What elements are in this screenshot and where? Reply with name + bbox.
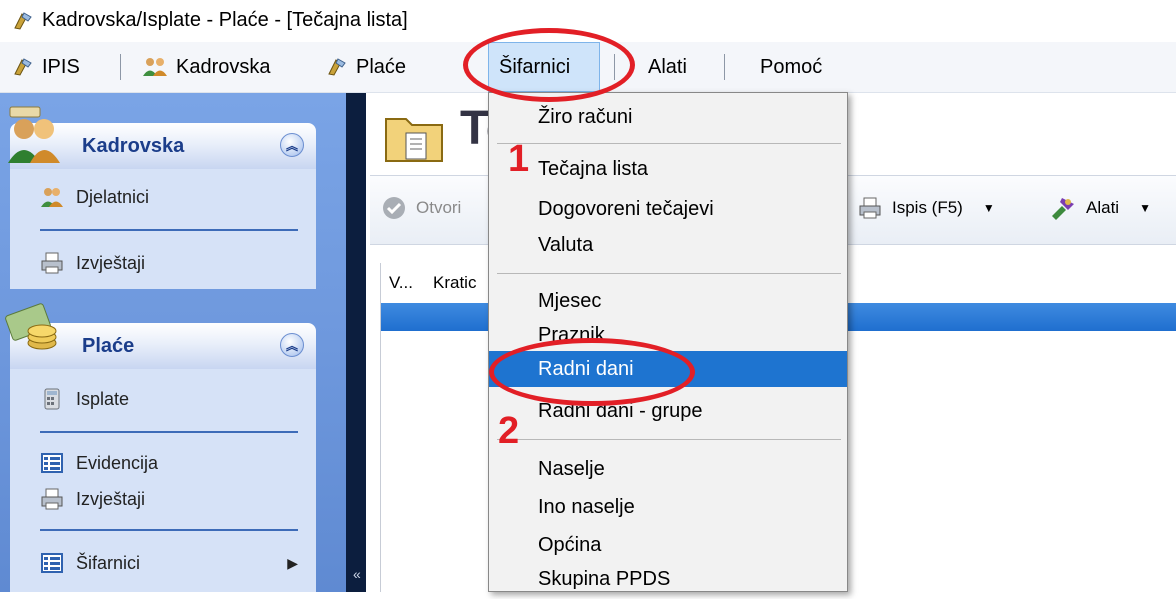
sidebar-item-izvjestaji-place[interactable]: Izvještaji: [40, 479, 145, 519]
divider: [40, 229, 298, 231]
tools-button-label: Alati: [1086, 198, 1120, 217]
app-icon: [14, 12, 32, 30]
open-button[interactable]: Otvori: [382, 196, 461, 220]
printer-icon: [859, 197, 881, 219]
submenu-arrow-icon: ▶: [287, 554, 298, 571]
annotation-ellipse-radni-dani: [489, 338, 695, 406]
sidebar-item-label: Evidencija: [76, 452, 159, 473]
menu-separator: [497, 273, 841, 274]
menu-label: Alati: [648, 55, 687, 78]
print-button[interactable]: Ispis (F5) ▼: [858, 196, 995, 220]
sidebar-splitter[interactable]: «: [346, 93, 366, 592]
sidebar-item-label: Izvještaji: [76, 488, 146, 509]
group-title: Kadrovska: [82, 135, 185, 157]
menu-place[interactable]: Plaće: [326, 42, 406, 92]
menu-item-tecajna-lista[interactable]: Tečajna lista: [489, 149, 847, 189]
people-icon: [41, 188, 63, 207]
menu-kadrovska[interactable]: Kadrovska: [142, 42, 271, 92]
tools-icon: [1052, 198, 1074, 220]
menu-pomoc[interactable]: Pomoć: [760, 42, 822, 92]
collapse-icon[interactable]: ︽: [280, 133, 304, 157]
printer-icon: [41, 488, 63, 510]
open-button-label: Otvori: [416, 198, 462, 217]
group-body-kadrovska: Djelatnici Izvještaji: [10, 169, 316, 289]
menu-item-naselje[interactable]: Naselje: [489, 449, 847, 489]
column-header[interactable]: V...: [389, 273, 413, 293]
money-icon: [328, 58, 346, 76]
annotation-number-2: 2: [498, 410, 520, 452]
printer-icon: [41, 252, 63, 274]
menu-separator: [497, 143, 841, 144]
people-icon: [143, 58, 167, 76]
menu-label: IPIS: [42, 55, 80, 78]
menu-item-valuta[interactable]: Valuta: [489, 225, 847, 265]
divider: [40, 529, 298, 531]
list-icon: [41, 453, 63, 473]
menu-item-ziro-racuni[interactable]: Žiro računi: [489, 97, 847, 137]
menu-label: Kadrovska: [176, 55, 271, 78]
list-icon: [41, 553, 63, 573]
ipis-icon: [14, 58, 32, 76]
navigation-sidebar: Kadrovska ︽ Djelatnici Izvještaji Plaće …: [0, 93, 346, 592]
money-group-icon: [5, 303, 57, 350]
menu-item-skupina-ppds[interactable]: Skupina PPDS: [489, 559, 847, 599]
collapse-icon[interactable]: ︽: [280, 333, 304, 357]
group-title: Plaće: [82, 335, 135, 357]
dropdown-arrow-icon[interactable]: ▼: [1139, 201, 1151, 215]
menu-separator: [724, 54, 725, 80]
divider: [40, 431, 298, 433]
sidebar-item-izvjestaji[interactable]: Izvještaji: [40, 243, 145, 283]
check-icon: [383, 197, 405, 219]
menu-label: Pomoć: [760, 55, 823, 78]
sidebar-item-label: Djelatnici: [76, 186, 150, 207]
column-header[interactable]: Kratic: [433, 273, 476, 293]
people-group-icon: [8, 106, 60, 163]
calculator-icon: [44, 388, 60, 410]
menu-item-ino-naselje[interactable]: Ino naselje: [489, 487, 847, 527]
tools-button[interactable]: Alati ▼: [1050, 196, 1151, 220]
window-title: Kadrovska/Isplate - Plaće - [Tečajna lis…: [42, 9, 408, 31]
folder-icon: [385, 118, 443, 162]
print-button-label: Ispis (F5): [892, 198, 963, 217]
sidebar-item-label: Izvještaji: [76, 252, 146, 273]
sidebar-item-sifarnici[interactable]: Šifarnici ▶: [40, 543, 298, 583]
menu-separator: [120, 54, 121, 80]
menu-item-dogovoreni-tecajevi[interactable]: Dogovoreni tečajevi: [489, 189, 847, 229]
dropdown-arrow-icon[interactable]: ▼: [983, 201, 995, 215]
annotation-ellipse-sifarnici: [463, 28, 635, 102]
group-body-place: Isplate Evidencija Izvještaji Šifarnici …: [10, 369, 316, 592]
menu-alati[interactable]: Alati: [648, 42, 687, 92]
annotation-number-1: 1: [508, 138, 530, 180]
sidebar-item-isplate[interactable]: Isplate: [40, 379, 129, 419]
collapse-arrow-icon[interactable]: «: [353, 566, 361, 582]
sidebar-item-label: Isplate: [76, 388, 130, 409]
menu-label: Plaće: [356, 55, 407, 78]
menu-separator: [497, 439, 841, 440]
sidebar-item-label: Šifarnici: [76, 552, 141, 573]
menu-ipis[interactable]: IPIS: [12, 42, 80, 92]
sidebar-item-evidencija[interactable]: Evidencija: [40, 443, 158, 483]
sidebar-item-djelatnici[interactable]: Djelatnici: [40, 177, 149, 217]
